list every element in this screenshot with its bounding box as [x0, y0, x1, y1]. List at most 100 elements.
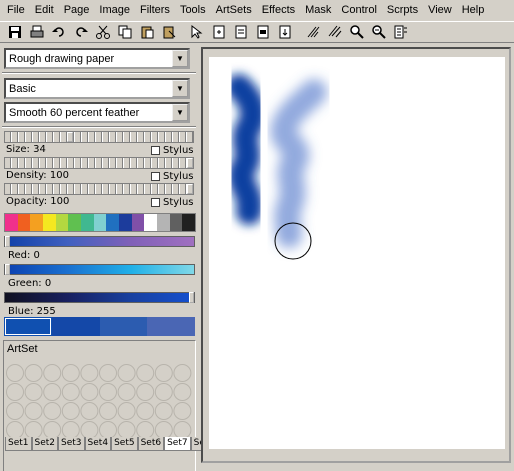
artset-slot[interactable] — [99, 421, 117, 439]
opacity-slider[interactable] — [4, 183, 194, 195]
undo-icon[interactable] — [48, 22, 70, 42]
cut-icon[interactable] — [92, 22, 114, 42]
artset-slot[interactable] — [6, 402, 24, 420]
tab-set5[interactable]: Set5 — [111, 437, 138, 451]
palette-swatch[interactable] — [169, 214, 183, 231]
artset-slot[interactable] — [154, 383, 173, 401]
paste-icon[interactable] — [136, 22, 158, 42]
density-stylus-checkbox[interactable] — [151, 172, 160, 181]
menu-artsets[interactable]: ArtSets — [211, 0, 257, 20]
redo-icon[interactable] — [70, 22, 92, 42]
artset-slot[interactable] — [154, 421, 173, 439]
chevron-down-icon[interactable]: ▼ — [172, 50, 188, 67]
artset-slot[interactable] — [24, 383, 43, 401]
menu-page[interactable]: Page — [59, 0, 95, 20]
remove-page-icon[interactable] — [252, 22, 274, 42]
palette-swatch[interactable] — [5, 214, 18, 231]
artset-slot[interactable] — [154, 402, 173, 420]
size-slider[interactable] — [4, 131, 194, 143]
artset-slot[interactable] — [6, 364, 24, 382]
artset-slot[interactable] — [173, 364, 192, 382]
palette-swatch[interactable] — [157, 214, 170, 231]
page-info-icon[interactable] — [390, 22, 412, 42]
artset-slot[interactable] — [136, 421, 155, 439]
copy-icon[interactable] — [114, 22, 136, 42]
opacity-slider-thumb[interactable] — [187, 184, 193, 194]
opacity-stylus-toggle[interactable]: Stylus — [151, 197, 194, 208]
palette-swatch[interactable] — [81, 214, 94, 231]
artset-slot[interactable] — [136, 383, 155, 401]
menu-effects[interactable]: Effects — [257, 0, 300, 20]
density-slider[interactable] — [4, 157, 194, 169]
menu-tools[interactable]: Tools — [175, 0, 211, 20]
artset-slot[interactable] — [80, 402, 99, 420]
paper-select[interactable]: Rough drawing paper ▼ — [4, 48, 190, 69]
artset-slot[interactable] — [61, 421, 80, 439]
palette-swatch[interactable] — [182, 214, 196, 231]
new-page-icon[interactable] — [208, 22, 230, 42]
palette-swatch[interactable] — [43, 214, 56, 231]
add-page-icon[interactable] — [230, 22, 252, 42]
recent-color-swatch[interactable] — [99, 317, 148, 336]
artset-slot[interactable] — [117, 383, 136, 401]
recent-color-swatch[interactable] — [4, 317, 52, 336]
chevron-down-icon[interactable]: ▼ — [172, 104, 188, 121]
brush-erase-icon[interactable] — [324, 22, 346, 42]
menu-help[interactable]: Help — [457, 0, 490, 20]
artset-slot[interactable] — [80, 421, 99, 439]
import-page-icon[interactable] — [274, 22, 296, 42]
artset-slot[interactable] — [154, 364, 173, 382]
green-gradient-slider[interactable] — [4, 264, 195, 275]
drawing-canvas[interactable] — [209, 57, 505, 449]
save-icon[interactable] — [4, 22, 26, 42]
artset-slot[interactable] — [24, 421, 43, 439]
artset-slot[interactable] — [6, 421, 24, 439]
artset-slot[interactable] — [24, 364, 43, 382]
blue-slider-thumb[interactable] — [189, 292, 194, 303]
menu-view[interactable]: View — [423, 0, 457, 20]
brush-variant-select[interactable]: Smooth 60 percent feather ▼ — [4, 102, 190, 123]
artset-slot[interactable] — [61, 383, 80, 401]
palette-swatch[interactable] — [30, 214, 44, 231]
paste-special-icon[interactable] — [158, 22, 180, 42]
artset-slot[interactable] — [43, 364, 62, 382]
menu-scrpts[interactable]: Scrpts — [382, 0, 423, 20]
palette-swatch[interactable] — [144, 214, 158, 231]
artset-slot[interactable] — [24, 402, 43, 420]
menu-edit[interactable]: Edit — [30, 0, 59, 20]
brush-category-select[interactable]: Basic ▼ — [4, 78, 190, 99]
artset-slot[interactable] — [99, 402, 117, 420]
red-slider-thumb[interactable] — [5, 236, 10, 247]
artset-slot[interactable] — [80, 364, 99, 382]
tab-set1[interactable]: Set1 — [5, 437, 32, 451]
red-gradient-slider[interactable] — [4, 236, 195, 247]
menu-mask[interactable]: Mask — [300, 0, 336, 20]
zoom-out-icon[interactable] — [368, 22, 390, 42]
artset-slot[interactable] — [99, 383, 117, 401]
artset-slot[interactable] — [136, 364, 155, 382]
tab-set4[interactable]: Set4 — [84, 437, 112, 451]
green-slider-thumb[interactable] — [5, 264, 10, 275]
density-slider-thumb[interactable] — [187, 158, 193, 168]
menu-file[interactable]: File — [2, 0, 30, 20]
palette-swatch[interactable] — [119, 214, 132, 231]
artset-slot[interactable] — [43, 402, 62, 420]
artset-slot[interactable] — [99, 364, 117, 382]
select-icon[interactable] — [186, 22, 208, 42]
tab-set3[interactable]: Set3 — [58, 437, 85, 451]
palette-swatch[interactable] — [131, 214, 145, 231]
menu-filters[interactable]: Filters — [135, 0, 175, 20]
size-slider-thumb[interactable] — [67, 132, 73, 142]
size-stylus-checkbox[interactable] — [151, 146, 160, 155]
recent-color-swatch[interactable] — [147, 317, 195, 336]
artset-slot[interactable] — [61, 402, 80, 420]
opacity-stylus-checkbox[interactable] — [151, 198, 160, 207]
chevron-down-icon[interactable]: ▼ — [172, 80, 188, 97]
tab-set2[interactable]: Set2 — [31, 437, 59, 451]
artset-slot[interactable] — [43, 383, 62, 401]
density-stylus-toggle[interactable]: Stylus — [151, 171, 194, 182]
zoom-in-icon[interactable] — [346, 22, 368, 42]
palette-swatch[interactable] — [17, 214, 31, 231]
artset-slot[interactable] — [117, 364, 136, 382]
artset-slot[interactable] — [136, 402, 155, 420]
